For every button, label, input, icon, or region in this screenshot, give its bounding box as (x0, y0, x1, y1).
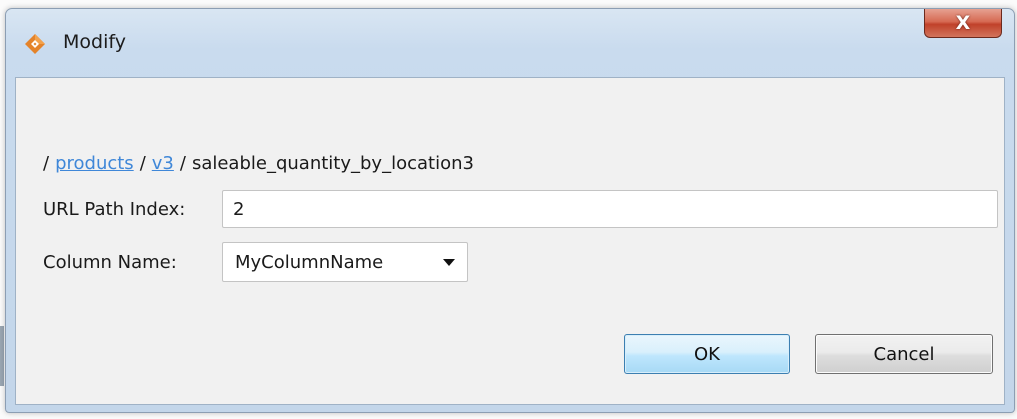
breadcrumb-link-v3[interactable]: v3 (152, 153, 174, 174)
close-button[interactable]: X (924, 9, 1002, 38)
breadcrumb-separator: / (43, 153, 50, 174)
url-path-index-label: URL Path Index: (43, 199, 186, 220)
breadcrumb-separator: / (179, 153, 186, 174)
breadcrumb-separator: / (139, 153, 146, 174)
breadcrumb-link-products[interactable]: products (55, 153, 134, 174)
title-bar[interactable]: Modify X (6, 9, 1014, 77)
cancel-button[interactable]: Cancel (815, 334, 993, 374)
modify-dialog: Modify X / products / v3/saleable_quantity_… (5, 8, 1015, 413)
breadcrumb: / products / v3/saleable_quantity_by_locati… (43, 153, 474, 174)
chevron-down-icon (443, 259, 455, 266)
column-name-select[interactable]: MyColumnName (222, 242, 468, 282)
dialog-title: Modify (63, 31, 126, 53)
column-name-label: Column Name: (43, 252, 177, 273)
close-icon: X (955, 11, 971, 34)
dialog-content: / products / v3/saleable_quantity_by_locati… (15, 77, 1005, 405)
url-path-index-input[interactable] (222, 190, 998, 228)
orange-diamond-icon (25, 34, 45, 54)
ok-button[interactable]: OK (624, 334, 790, 374)
column-name-selected-value: MyColumnName (235, 252, 384, 273)
breadcrumb-current: saleable_quantity_by_location3 (191, 153, 474, 174)
background-window-edge (0, 326, 4, 386)
